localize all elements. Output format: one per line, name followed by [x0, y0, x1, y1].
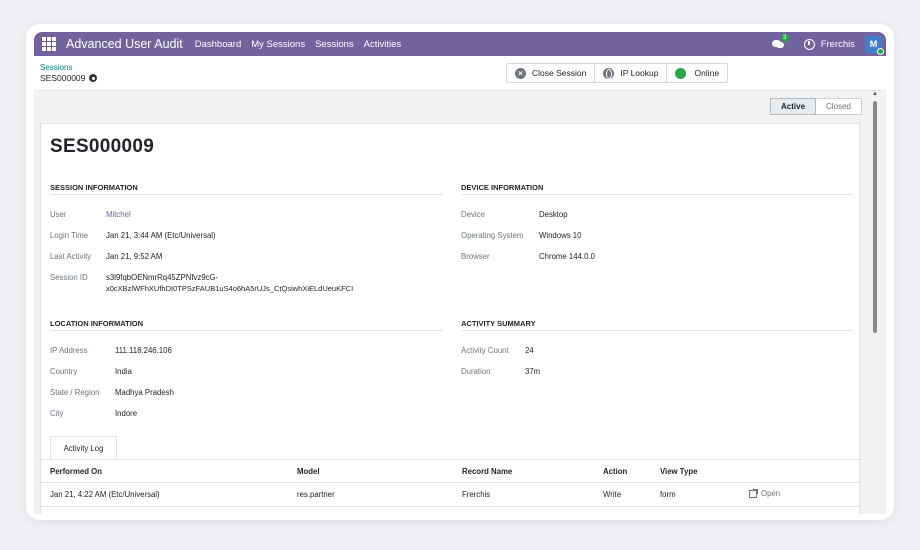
cell-record-name[interactable]: Frerchis [462, 490, 490, 499]
section-divider [50, 194, 442, 195]
menu-sessions[interactable]: Sessions [315, 39, 354, 50]
activity-count-value: 24 [525, 346, 534, 355]
smart-buttons: × Close Session IP Lookup Online [506, 63, 729, 83]
breadcrumb-current: SES000009 [40, 73, 98, 83]
duration-label: Duration [461, 367, 491, 376]
gear-icon[interactable] [89, 74, 98, 82]
tab-activity-log[interactable]: Activity Log [50, 436, 117, 460]
col-performed-on[interactable]: Performed On [50, 467, 102, 476]
record-title: SES000009 [50, 136, 155, 157]
session-id-line2: x0cXBzlWFhXUfhDI0TPSzFAUB1uS4o6hA5rUJs_C… [106, 284, 354, 293]
ip-address-value: 111.118.246.106 [115, 346, 172, 355]
os-label: Operating System [461, 231, 524, 240]
ip-lookup-button[interactable]: IP Lookup [595, 64, 668, 82]
company-switcher[interactable]: Frerchis [821, 39, 855, 50]
menu-dashboard[interactable]: Dashboard [195, 39, 241, 50]
col-view-type[interactable]: View Type [660, 467, 697, 476]
col-record-name[interactable]: Record Name [462, 467, 512, 476]
browser-label: Browser [461, 252, 490, 261]
cell-model[interactable]: res.partner [297, 490, 335, 499]
status-bar: Active Closed [770, 98, 862, 115]
user-label: User [50, 210, 67, 219]
os-value: Windows 10 [539, 231, 582, 240]
session-id-line1: s3l9fqbOENmrRq45ZPNfvz9cG- [106, 273, 219, 282]
header-divider [41, 482, 861, 483]
ip-address-label: IP Address [50, 346, 88, 355]
form-sheet: SES000009 SESSION INFORMATION User Mitch… [40, 123, 861, 514]
online-status-button[interactable]: Online [667, 64, 727, 82]
state-value: Madhya Pradesh [115, 388, 174, 397]
avatar-initial: M [869, 39, 878, 49]
menu-my-sessions[interactable]: My Sessions [251, 39, 305, 50]
tab-divider [41, 459, 861, 460]
globe-icon [603, 67, 615, 79]
row-divider [41, 506, 861, 507]
stage-active[interactable]: Active [770, 98, 817, 115]
last-activity-label: Last Activity [50, 252, 92, 261]
activity-summary-heading: ACTIVITY SUMMARY [461, 319, 536, 328]
device-label: Device [461, 210, 485, 219]
top-navbar: Advanced User Audit Dashboard My Session… [34, 32, 886, 56]
apps-grid-icon[interactable] [42, 37, 56, 51]
external-link-icon [749, 488, 758, 498]
activity-count-label: Activity Count [461, 346, 509, 355]
last-activity-value: Jan 21, 9:52 AM [106, 252, 163, 261]
user-field[interactable]: Mitchel [106, 209, 131, 220]
user-avatar[interactable]: M [865, 35, 884, 55]
close-circle-icon: × [515, 67, 526, 79]
close-session-label: Close Session [532, 68, 587, 78]
session-id-label: Session ID [50, 273, 88, 282]
city-label: City [50, 409, 64, 418]
state-label: State / Region [50, 388, 100, 397]
city-value: Indore [115, 409, 138, 418]
section-divider [50, 330, 442, 331]
control-panel: Sessions SES000009 × Close Session IP Lo… [34, 56, 886, 91]
form-view: Active Closed ▲ SES000009 SESSION INFORM… [34, 91, 886, 514]
session-info-heading: SESSION INFORMATION [50, 183, 138, 192]
scrollbar-thumb[interactable] [873, 101, 877, 333]
col-model[interactable]: Model [297, 467, 320, 476]
duration-value: 37m [525, 367, 541, 376]
chat-icon[interactable]: 3 [771, 34, 789, 49]
country-value: India [115, 367, 132, 376]
section-divider [461, 194, 853, 195]
open-label: Open [761, 489, 781, 498]
country-label: Country [50, 367, 78, 376]
cell-action[interactable]: Write [603, 490, 621, 499]
scroll-up-arrow-icon[interactable]: ▲ [872, 91, 878, 97]
login-time-value: Jan 21, 3:44 AM (Etc/Universal) [106, 231, 216, 240]
chat-count-badge: 3 [780, 34, 789, 42]
close-session-button[interactable]: × Close Session [507, 64, 596, 82]
cell-performed-on[interactable]: Jan 21, 4:22 AM (Etc/Universal) [50, 490, 160, 499]
ip-lookup-label: IP Lookup [620, 68, 659, 78]
menu-activities[interactable]: Activities [364, 39, 401, 50]
stage-closed[interactable]: Closed [816, 98, 862, 115]
navbar-systray: 3 Frerchis M [771, 32, 886, 56]
app-viewport: Advanced User Audit Dashboard My Session… [34, 32, 886, 514]
online-status-dot [877, 47, 884, 55]
clock-icon[interactable] [803, 38, 815, 50]
location-info-heading: LOCATION INFORMATION [50, 319, 144, 328]
device-info-heading: DEVICE INFORMATION [461, 183, 544, 192]
browser-value: Chrome 144.0.0 [539, 252, 595, 261]
col-action[interactable]: Action [603, 467, 627, 476]
device-value: Desktop [539, 210, 568, 219]
cell-view-type[interactable]: form [660, 490, 676, 499]
app-window: Advanced User Audit Dashboard My Session… [26, 24, 894, 520]
breadcrumb-current-label: SES000009 [40, 73, 86, 83]
breadcrumb-parent[interactable]: Sessions [40, 63, 72, 72]
online-dot-icon [675, 67, 687, 79]
login-time-label: Login Time [50, 231, 89, 240]
section-divider [461, 330, 853, 331]
open-record-link[interactable]: Open [749, 488, 781, 498]
app-brand[interactable]: Advanced User Audit [66, 37, 183, 51]
online-label: Online [694, 68, 720, 78]
